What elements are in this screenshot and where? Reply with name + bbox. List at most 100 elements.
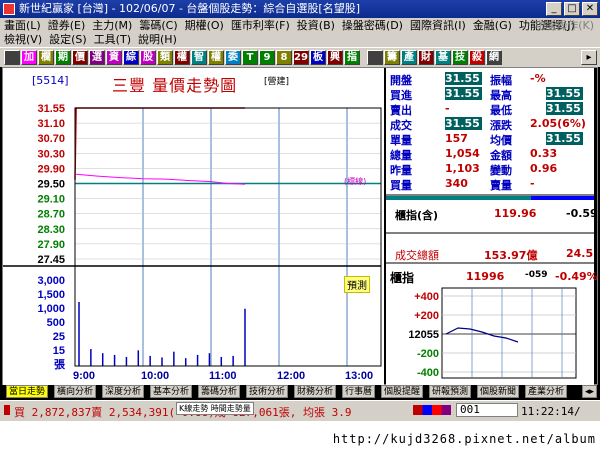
menu-item-3[interactable]: 籌碼(C)	[139, 19, 177, 33]
clock: 11:22:14/	[521, 405, 581, 418]
quote-value: -	[445, 102, 450, 115]
toolbar-button-21[interactable]	[367, 50, 383, 65]
minimize-button[interactable]: _	[546, 2, 562, 16]
quote-value: 2.05(6%)	[530, 117, 586, 130]
quote-value: 0.96	[530, 162, 558, 175]
price-line	[74, 107, 245, 180]
maximize-button[interactable]: □	[564, 2, 580, 16]
toolbar-button-22[interactable]: 籌	[384, 50, 400, 65]
tab-scroll-icon[interactable]: ◂▸	[582, 385, 598, 398]
toolbar-button-4[interactable]: 價	[72, 50, 88, 65]
chart-mode-popup[interactable]: K線走勢 時間走勢量	[176, 402, 254, 415]
tab-10[interactable]: 個股新聞	[477, 385, 520, 398]
quote-label: 成交	[390, 119, 412, 132]
volume-tick-label: 15	[53, 345, 65, 357]
price-tick-label: 28.30	[37, 224, 65, 236]
toolbar-button-11[interactable]: 智	[191, 50, 207, 65]
menu-bar: 畫面(L) 證券(E) 主力(M) 籌碼(C) 期權(O) 匯市利率(F) 投資(B) 操盤密…	[0, 18, 600, 48]
menu-item-row2-0[interactable]: 檢視(V)	[4, 33, 42, 47]
code-input[interactable]: 001	[456, 403, 518, 417]
tab-1[interactable]: 橫向分析	[54, 385, 97, 398]
toolbar-button-18[interactable]: 板	[310, 50, 326, 65]
menu-item-function-ops[interactable]: 功能操作(K)	[534, 19, 594, 33]
menu-item-6[interactable]: 投資(B)	[297, 19, 335, 33]
toolbar-button-24[interactable]: 財	[418, 50, 434, 65]
toolbar-button-27[interactable]: 殺	[469, 50, 485, 65]
toolbar-button-17[interactable]: 29	[293, 50, 309, 65]
toolbar-button-23[interactable]: 產	[401, 50, 417, 65]
menu-item-7[interactable]: 操盤密碼(D)	[342, 19, 403, 33]
toolbar-button-5[interactable]: 選	[89, 50, 105, 65]
tab-4[interactable]: 籌碼分析	[198, 385, 241, 398]
tab-3[interactable]: 基本分析	[150, 385, 193, 398]
volume-tick-label: 25	[53, 331, 65, 343]
toolbar-scroll-right-icon[interactable]: ▸	[581, 50, 597, 65]
mini-chart-value: 11996	[466, 270, 505, 283]
quote-value: 1,103	[445, 162, 480, 175]
toolbar-button-6[interactable]: 資	[106, 50, 122, 65]
menu-item-0[interactable]: 畫面(L)	[4, 19, 41, 33]
tab-8[interactable]: 個股提醒	[381, 385, 424, 398]
menu-item-5[interactable]: 匯市利率(F)	[231, 19, 290, 33]
quote-label: 昨量	[390, 164, 412, 177]
quote-label: 買進	[390, 89, 412, 102]
toolbar-button-25[interactable]: 基	[435, 50, 451, 65]
price-tick-label: 31.55	[37, 103, 65, 115]
quote-value: 157	[445, 132, 468, 145]
toolbar-button-28[interactable]: 網	[486, 50, 502, 65]
toolbar-button-1[interactable]: 加	[21, 50, 37, 65]
tab-2[interactable]: 深度分析	[102, 385, 145, 398]
tab-7[interactable]: 行事曆	[342, 385, 376, 398]
volume-tick-label: 1,000	[37, 303, 65, 315]
quote-label: 振幅	[490, 74, 512, 87]
toolbar-button-26[interactable]: 技	[452, 50, 468, 65]
toolbar-button-10[interactable]: 權	[174, 50, 190, 65]
menu-item-8[interactable]: 國際資訊(I)	[410, 19, 466, 33]
menu-item-2[interactable]: 主力(M)	[92, 19, 132, 33]
menu-item-row2-2[interactable]: 工具(T)	[94, 33, 131, 47]
toolbar-button-9[interactable]: 類	[157, 50, 173, 65]
toolbar-button-7[interactable]: 綜	[123, 50, 139, 65]
toolbar-button-0[interactable]	[4, 50, 20, 65]
toolbar-button-8[interactable]: 股	[140, 50, 156, 65]
quote-value: 31.55	[546, 132, 583, 145]
status-marker-icon	[4, 405, 10, 415]
toolbar-button-12[interactable]: 權	[208, 50, 224, 65]
price-tick-label: 29.90	[37, 163, 65, 175]
tab-6[interactable]: 財務分析	[294, 385, 337, 398]
price-tick-label: 27.90	[37, 239, 65, 251]
toolbar-button-19[interactable]: 興	[327, 50, 343, 65]
chart-title: 三豐 量價走勢圖	[112, 76, 238, 95]
mini-tick-label: -200	[417, 348, 439, 360]
quote-value: 31.55	[445, 72, 482, 85]
quote-value: -	[530, 177, 535, 190]
signal-bar-icon	[413, 405, 451, 415]
quote-value: 31.55	[445, 117, 482, 130]
menu-item-4[interactable]: 期權(O)	[185, 19, 224, 33]
average-price-line	[76, 173, 246, 185]
toolbar-button-13[interactable]: 委	[225, 50, 241, 65]
toolbar-button-3[interactable]: 期	[55, 50, 71, 65]
menu-item-row2-1[interactable]: 設定(S)	[49, 33, 87, 47]
toolbar-button-14[interactable]: T	[242, 50, 258, 65]
menu-item-9[interactable]: 金融(G)	[473, 19, 512, 33]
tab-9[interactable]: 研報預測	[429, 385, 472, 398]
menu-item-1[interactable]: 證券(E)	[48, 19, 86, 33]
menu-item-row2-3[interactable]: 說明(H)	[138, 33, 177, 47]
mini-tick-label: -400	[417, 367, 439, 379]
tab-5[interactable]: 技術分析	[246, 385, 289, 398]
toolbar-button-20[interactable]: 指	[344, 50, 360, 65]
toolbar-button-2[interactable]: 欄	[38, 50, 54, 65]
toolbar-button-16[interactable]: 8	[276, 50, 292, 65]
quote-label: 賣量	[490, 179, 512, 192]
toolbar-button-15[interactable]: 9	[259, 50, 275, 65]
predict-button[interactable]: 預測	[344, 276, 370, 293]
tab-0[interactable]: 當日走勢	[6, 385, 49, 398]
time-tick-label: 13:00	[345, 370, 373, 382]
tab-11[interactable]: 產業分析	[525, 385, 568, 398]
quote-value: 1,054	[445, 147, 480, 160]
app-icon	[3, 3, 15, 15]
time-tick-label: 10:00	[141, 370, 169, 382]
close-button[interactable]: ✕	[582, 2, 598, 16]
turnover-label: 成交總額	[395, 249, 439, 262]
